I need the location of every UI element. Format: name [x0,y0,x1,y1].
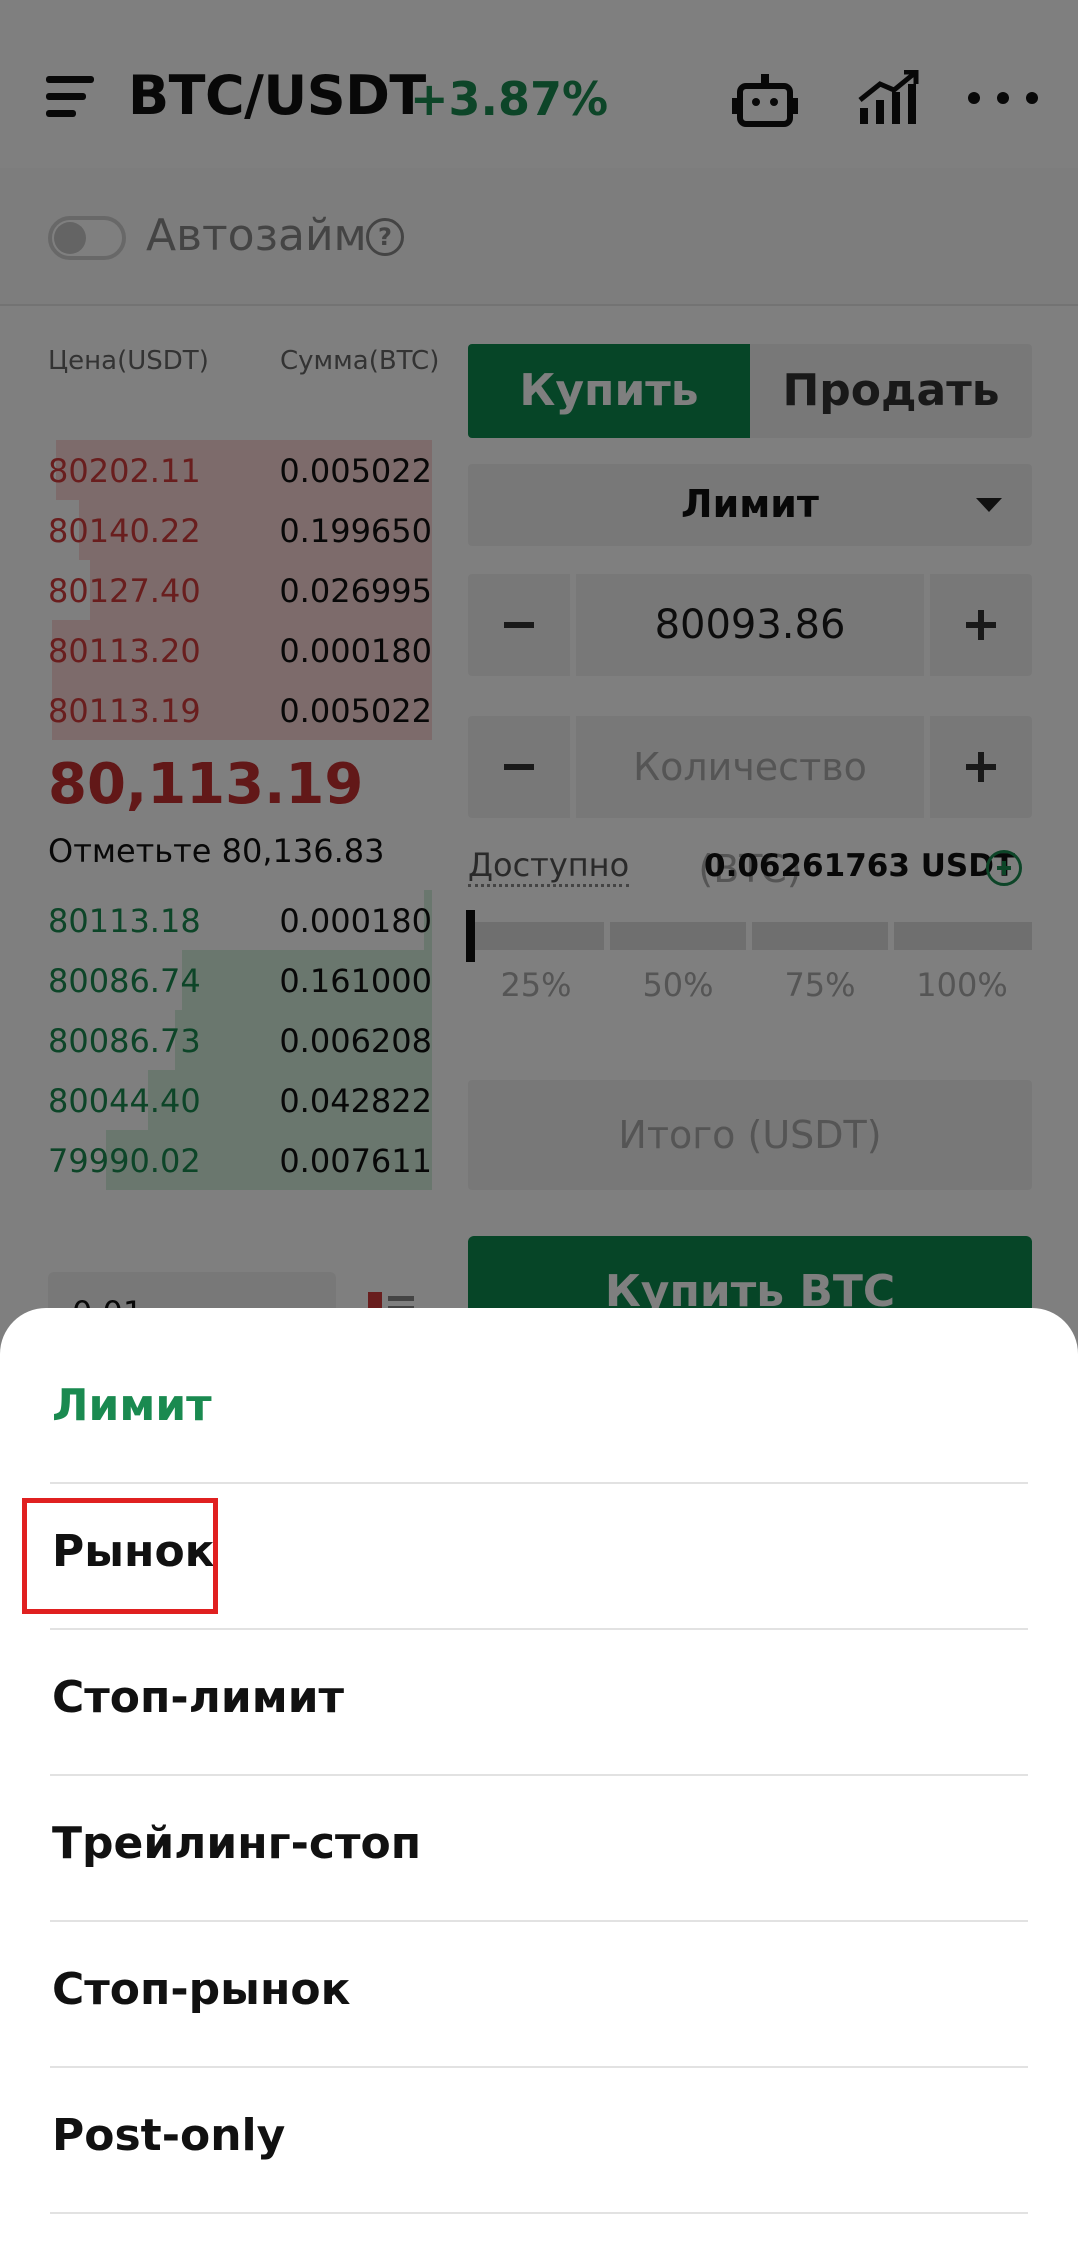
order-type-option-trailing-stop[interactable]: Трейлинг-стоп [50,1776,1028,1922]
option-label: Лимит [52,1380,212,1431]
order-type-option-limit[interactable]: Лимит [50,1338,1028,1484]
option-label: Стоп-лимит [52,1672,345,1723]
order-type-option-stop-limit[interactable]: Стоп-лимит [50,1630,1028,1776]
option-label: Post-only [52,2110,286,2161]
option-label: Стоп-рынок [52,1964,351,2015]
highlight-box [22,1498,218,1614]
option-label: Трейлинг-стоп [52,1818,422,1869]
order-type-option-stop-market[interactable]: Стоп-рынок [50,1922,1028,2068]
order-type-option-post-only[interactable]: Post-only [50,2068,1028,2214]
